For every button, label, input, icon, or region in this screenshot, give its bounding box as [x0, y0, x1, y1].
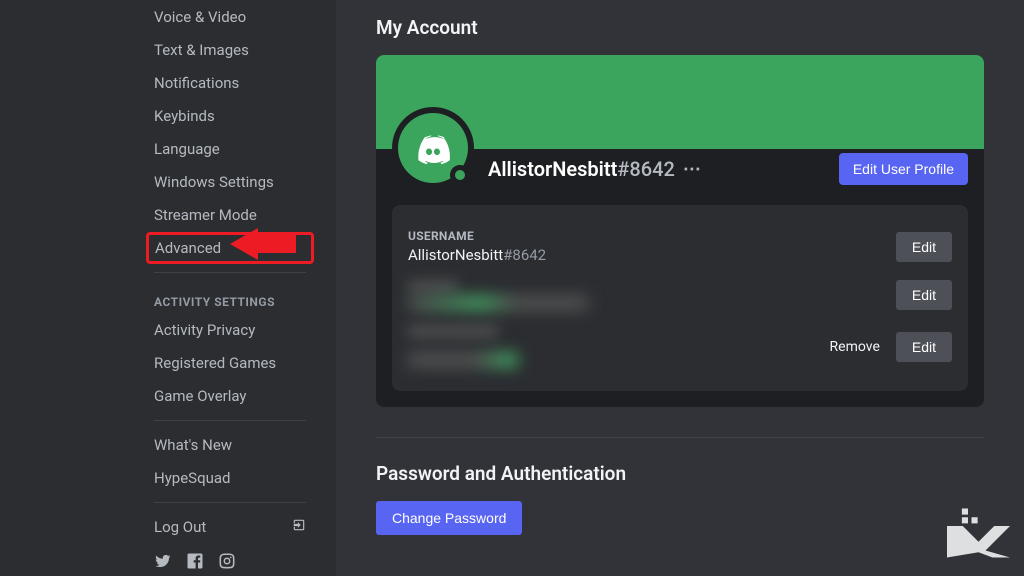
logout-label: Log Out: [154, 518, 206, 536]
avatar[interactable]: [392, 107, 474, 189]
field-label: USERNAME: [408, 229, 896, 243]
sidebar-item-notifications[interactable]: Notifications: [146, 67, 314, 99]
sidebar-item-registered-games[interactable]: Registered Games: [146, 347, 314, 379]
twitter-icon[interactable]: [154, 552, 172, 574]
username-display: AllistorNesbitt#8642 ⋯: [488, 157, 701, 181]
divider: [154, 502, 306, 503]
discriminator-text: #8642: [617, 157, 675, 181]
change-password-button[interactable]: Change Password: [376, 501, 522, 535]
divider: [154, 420, 306, 421]
remove-phone-link[interactable]: Remove: [830, 339, 880, 355]
redacted-value: [408, 296, 588, 310]
sidebar-item-whats-new[interactable]: What's New: [146, 429, 314, 461]
sidebar-item-text-images[interactable]: Text & Images: [146, 34, 314, 66]
edit-email-button[interactable]: Edit: [896, 280, 952, 310]
watermark-icon: [940, 508, 1010, 562]
divider: [376, 437, 984, 438]
sidebar-item-game-overlay[interactable]: Game Overlay: [146, 380, 314, 412]
sidebar-item-logout[interactable]: Log Out: [146, 511, 314, 543]
more-options-icon[interactable]: ⋯: [683, 159, 701, 180]
field-email: Edit: [408, 272, 952, 318]
logout-icon: [292, 518, 306, 536]
sidebar-item-keybinds[interactable]: Keybinds: [146, 100, 314, 132]
sidebar-item-streamer-mode[interactable]: Streamer Mode: [146, 199, 314, 231]
sidebar-item-voice-video[interactable]: Voice & Video: [146, 1, 314, 33]
edit-user-profile-button[interactable]: Edit User Profile: [839, 153, 968, 185]
settings-sidebar: Voice & Video Text & Images Notification…: [0, 0, 336, 576]
status-indicator-online: [450, 165, 470, 185]
field-value: AllistorNesbitt#8642: [408, 246, 896, 264]
edit-username-button[interactable]: Edit: [896, 232, 952, 262]
sidebar-header-activity: ACTIVITY SETTINGS: [146, 281, 314, 313]
page-title: My Account: [376, 16, 984, 39]
sidebar-item-language[interactable]: Language: [146, 133, 314, 165]
sidebar-item-hypesquad[interactable]: HypeSquad: [146, 462, 314, 494]
account-card: AllistorNesbitt#8642 ⋯ Edit User Profile…: [376, 55, 984, 407]
sidebar-item-advanced[interactable]: Advanced: [146, 232, 314, 264]
facebook-icon[interactable]: [186, 552, 204, 574]
account-fields: USERNAME AllistorNesbitt#8642 Edit Edit: [392, 205, 968, 391]
field-username: USERNAME AllistorNesbitt#8642 Edit: [408, 221, 952, 272]
discord-logo-icon: [414, 129, 452, 167]
sidebar-item-activity-privacy[interactable]: Activity Privacy: [146, 314, 314, 346]
edit-phone-button[interactable]: Edit: [896, 332, 952, 362]
field-phone: Remove Edit: [408, 318, 952, 375]
sidebar-item-windows-settings[interactable]: Windows Settings: [146, 166, 314, 198]
instagram-icon[interactable]: [218, 552, 236, 574]
social-icons-row: [146, 544, 314, 576]
main-content: My Account AllistorNesbitt#8642 ⋯ Edit U…: [336, 0, 1024, 576]
username-text: AllistorNesbitt: [488, 157, 617, 181]
section-title-password: Password and Authentication: [376, 462, 984, 485]
redacted-value: [408, 353, 518, 367]
divider: [154, 272, 306, 273]
redacted-label: [408, 326, 498, 337]
redacted-label: [408, 281, 458, 292]
